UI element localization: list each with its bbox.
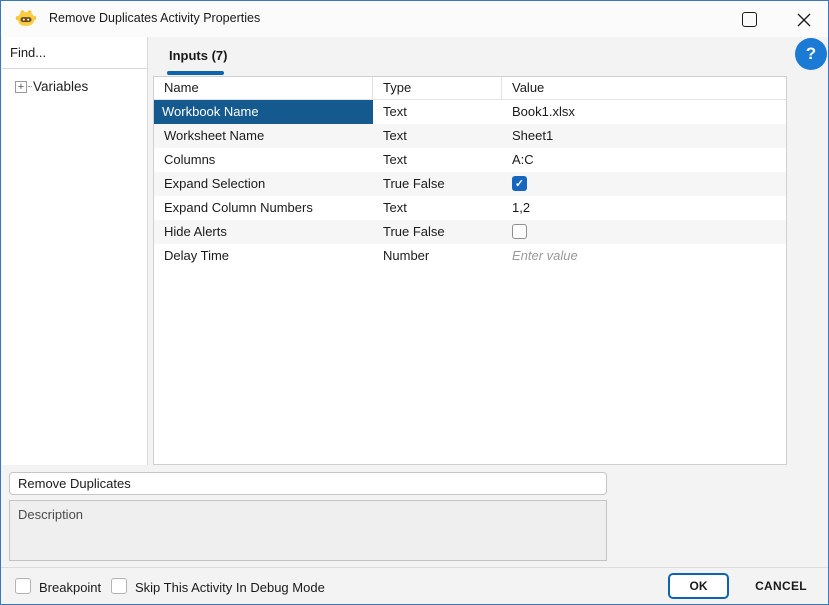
tree-connector xyxy=(28,86,32,87)
tree-item-label: Variables xyxy=(33,79,89,94)
table-row[interactable]: Workbook Name Text Book1.xlsx xyxy=(154,100,786,124)
value-checkbox-checked[interactable]: ✓ xyxy=(512,176,527,191)
value-checkbox-unchecked[interactable] xyxy=(512,224,527,239)
property-type-cell[interactable]: Text xyxy=(373,196,502,220)
table-body: Workbook Name Text Book1.xlsx Worksheet Nam… xyxy=(154,100,786,268)
ok-button[interactable]: OK xyxy=(668,573,729,599)
breakpoint-label: Breakpoint xyxy=(39,580,102,595)
property-type-cell[interactable]: Text xyxy=(373,148,502,172)
property-name-cell[interactable]: Worksheet Name xyxy=(154,124,373,148)
property-name-cell[interactable]: Expand Selection xyxy=(154,172,373,196)
column-header-name[interactable]: Name xyxy=(154,77,373,99)
sidebar: Find... + Variables xyxy=(2,37,148,465)
table-row[interactable]: Expand Column Numbers Text 1,2 xyxy=(154,196,786,220)
property-value-cell[interactable] xyxy=(502,220,786,244)
window-title: Remove Duplicates Activity Properties xyxy=(49,11,261,25)
titlebar: Remove Duplicates Activity Properties xyxy=(1,1,828,37)
table-row[interactable]: Delay Time Number Enter value xyxy=(154,244,786,268)
value-placeholder: Enter value xyxy=(512,248,578,263)
sidebar-item-variables[interactable]: + Variables xyxy=(2,69,147,94)
skip-debug-label: Skip This Activity In Debug Mode xyxy=(135,580,325,595)
value-text: Book1.xlsx xyxy=(512,104,575,119)
tab-active-indicator xyxy=(167,71,224,75)
property-name-cell[interactable]: Hide Alerts xyxy=(154,220,373,244)
property-type-cell[interactable]: True False xyxy=(373,172,502,196)
property-type-cell[interactable]: Text xyxy=(373,100,502,124)
property-name-cell[interactable]: Expand Column Numbers xyxy=(154,196,373,220)
value-text: Sheet1 xyxy=(512,128,554,143)
breakpoint-checkbox[interactable] xyxy=(15,578,31,594)
close-icon xyxy=(797,13,811,27)
cancel-button[interactable]: CANCEL xyxy=(745,573,817,599)
property-name-cell[interactable]: Columns xyxy=(154,148,373,172)
skip-debug-checkbox[interactable] xyxy=(111,578,127,594)
help-button[interactable]: ? xyxy=(795,38,827,70)
table-row[interactable]: Worksheet Name Text Sheet1 xyxy=(154,124,786,148)
property-type-cell[interactable]: Number xyxy=(373,244,502,268)
property-value-cell[interactable]: Book1.xlsx xyxy=(502,100,786,124)
tab-inputs[interactable]: Inputs (7) xyxy=(169,48,228,63)
properties-dialog: Remove Duplicates Activity Properties Fi… xyxy=(0,0,829,605)
property-value-cell[interactable]: 1,2 xyxy=(502,196,786,220)
property-value-cell[interactable]: Enter value xyxy=(502,244,786,268)
property-type-cell[interactable]: Text xyxy=(373,124,502,148)
property-name-cell[interactable]: Workbook Name xyxy=(154,100,373,124)
property-name-cell[interactable]: Delay Time xyxy=(154,244,373,268)
activity-name-input[interactable] xyxy=(9,472,607,495)
property-value-cell[interactable]: A:C xyxy=(502,148,786,172)
expand-plus-icon[interactable]: + xyxy=(15,80,27,93)
find-input[interactable]: Find... xyxy=(2,37,147,69)
column-header-value[interactable]: Value xyxy=(502,77,786,99)
robot-app-icon xyxy=(15,10,37,26)
property-value-cell[interactable]: Sheet1 xyxy=(502,124,786,148)
column-header-type[interactable]: Type xyxy=(373,77,502,99)
table-header: Name Type Value xyxy=(154,77,786,100)
question-icon: ? xyxy=(805,44,817,63)
property-value-cell[interactable]: ✓ xyxy=(502,172,786,196)
table-row[interactable]: Columns Text A:C xyxy=(154,148,786,172)
value-text: 1,2 xyxy=(512,200,531,215)
footer-divider xyxy=(1,567,828,568)
properties-table: Name Type Value Workbook Name Text Book1.x… xyxy=(153,76,787,465)
table-row[interactable]: Expand Selection True False ✓ xyxy=(154,172,786,196)
description-textarea[interactable] xyxy=(9,500,607,561)
maximize-button[interactable] xyxy=(742,12,757,27)
table-row[interactable]: Hide Alerts True False xyxy=(154,220,786,244)
value-text: A:C xyxy=(512,152,534,167)
close-button[interactable] xyxy=(794,10,814,30)
property-type-cell[interactable]: True False xyxy=(373,220,502,244)
